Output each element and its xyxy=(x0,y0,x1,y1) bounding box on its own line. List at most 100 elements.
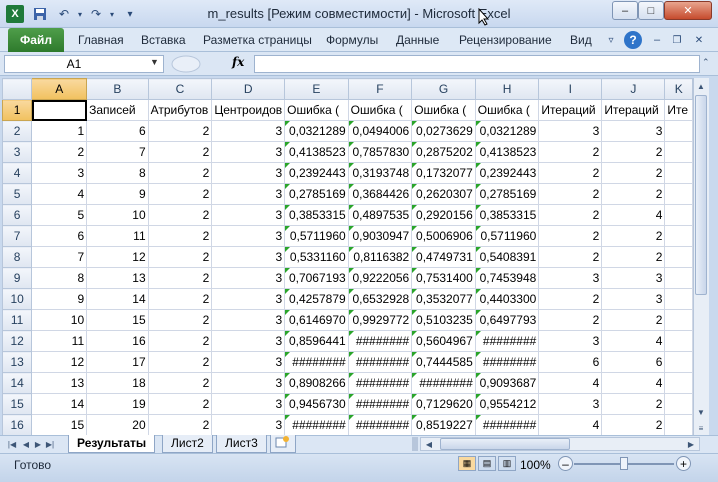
cell[interactable]: 7 xyxy=(31,246,88,268)
cell[interactable]: 3 xyxy=(211,183,286,205)
cell[interactable]: 3 xyxy=(211,120,286,142)
cell[interactable]: 4 xyxy=(31,183,88,205)
insert-function-icon[interactable]: fx xyxy=(232,55,244,69)
cell[interactable]: 0,7067193 xyxy=(284,267,349,289)
cell[interactable]: 11 xyxy=(86,225,149,247)
cell[interactable]: 3 xyxy=(211,204,286,226)
cell[interactable]: 4 xyxy=(601,330,666,352)
cell[interactable]: 15 xyxy=(31,414,88,435)
cell[interactable] xyxy=(664,204,693,226)
row-header[interactable]: 14 xyxy=(2,372,33,394)
cell[interactable]: Атрибутов xyxy=(147,99,213,121)
cell[interactable]: ######## xyxy=(284,414,349,435)
row-header[interactable]: 7 xyxy=(2,225,33,247)
cell[interactable]: Итераций xyxy=(538,99,603,121)
row-header[interactable]: 3 xyxy=(2,141,33,163)
cell[interactable]: 8 xyxy=(31,267,88,289)
cell[interactable]: 2 xyxy=(147,330,213,352)
column-header[interactable]: K xyxy=(664,78,693,100)
scroll-down-icon[interactable]: ▼ xyxy=(693,404,709,420)
cell[interactable]: 4 xyxy=(601,204,666,226)
cell[interactable]: 15 xyxy=(86,309,149,331)
workbook-minimize-icon[interactable]: – xyxy=(648,31,666,49)
cell[interactable]: 10 xyxy=(31,309,88,331)
cell[interactable]: 0,3853315 xyxy=(284,204,349,226)
cell[interactable]: Ите xyxy=(664,99,693,121)
cell[interactable] xyxy=(664,120,693,142)
cell[interactable]: 3 xyxy=(211,393,286,415)
cell[interactable]: 0,5408391 xyxy=(474,246,540,268)
cell[interactable]: 14 xyxy=(31,393,88,415)
cell[interactable] xyxy=(664,183,693,205)
cell[interactable]: 2 xyxy=(538,183,603,205)
minimize-button[interactable]: – xyxy=(612,1,638,20)
cell[interactable]: ######## xyxy=(411,372,476,394)
tab-review[interactable]: Рецензирование xyxy=(459,33,552,47)
cell[interactable]: 0,6497793 xyxy=(474,309,540,331)
cell[interactable]: 2 xyxy=(538,162,603,184)
cell[interactable]: 0,7531400 xyxy=(411,267,476,289)
next-sheet-icon[interactable]: ▶ xyxy=(32,437,44,451)
cell[interactable]: 3 xyxy=(538,330,603,352)
row-header[interactable]: 4 xyxy=(2,162,33,184)
row-header[interactable]: 9 xyxy=(2,267,33,289)
zoom-slider-thumb[interactable] xyxy=(620,457,628,470)
row-header[interactable]: 12 xyxy=(2,330,33,352)
tab-insert[interactable]: Вставка xyxy=(141,33,186,47)
cell[interactable]: 0,7129620 xyxy=(411,393,476,415)
cell[interactable]: 2 xyxy=(147,309,213,331)
column-header[interactable]: J xyxy=(601,78,666,100)
cell[interactable]: 0,5103235 xyxy=(411,309,476,331)
tab-view[interactable]: Вид xyxy=(570,33,592,47)
cell[interactable]: 3 xyxy=(211,246,286,268)
cell[interactable]: 0,9030947 xyxy=(347,225,413,247)
row-header[interactable]: 5 xyxy=(2,183,33,205)
first-sheet-icon[interactable]: |◀ xyxy=(6,437,18,451)
cell[interactable]: 0,2392443 xyxy=(284,162,349,184)
help-icon[interactable]: ? xyxy=(624,31,642,49)
horizontal-scroll-thumb[interactable] xyxy=(440,438,570,450)
cell[interactable]: 3 xyxy=(211,141,286,163)
workbook-close-icon[interactable]: ✕ xyxy=(690,31,708,49)
cell[interactable]: 2 xyxy=(147,120,213,142)
cell[interactable] xyxy=(664,267,693,289)
cell[interactable]: 2 xyxy=(538,225,603,247)
cell[interactable]: 0,3532077 xyxy=(411,288,476,310)
cell[interactable] xyxy=(664,393,693,415)
cell[interactable]: 6 xyxy=(601,351,666,373)
cell[interactable]: 0,2785169 xyxy=(284,183,349,205)
cell[interactable]: 0,7857830 xyxy=(347,141,413,163)
column-header[interactable]: B xyxy=(86,78,149,100)
cell[interactable]: ######## xyxy=(474,351,540,373)
cell[interactable]: 18 xyxy=(86,372,149,394)
cell[interactable]: 0,2785169 xyxy=(474,183,540,205)
cell[interactable]: 2 xyxy=(147,204,213,226)
cell[interactable]: ######## xyxy=(347,330,413,352)
cell[interactable] xyxy=(664,246,693,268)
cell[interactable]: 0,4897535 xyxy=(347,204,413,226)
cell[interactable]: 3 xyxy=(211,225,286,247)
cell[interactable]: 11 xyxy=(31,330,88,352)
cell[interactable]: ######## xyxy=(474,414,540,435)
cell[interactable]: 0,4138523 xyxy=(474,141,540,163)
cell[interactable]: 6 xyxy=(86,120,149,142)
normal-view-icon[interactable]: ▦ xyxy=(458,456,476,471)
cell[interactable]: 8 xyxy=(86,162,149,184)
cell[interactable]: ######## xyxy=(474,330,540,352)
cell[interactable]: 7 xyxy=(86,141,149,163)
scroll-up-icon[interactable]: ▲ xyxy=(693,78,709,94)
cell[interactable] xyxy=(664,414,693,435)
cell[interactable]: ######## xyxy=(347,351,413,373)
cell[interactable]: ######## xyxy=(347,393,413,415)
formula-input[interactable] xyxy=(254,55,700,73)
cell[interactable]: 2 xyxy=(147,183,213,205)
tab-data[interactable]: Данные xyxy=(396,33,439,47)
cell[interactable]: 2 xyxy=(601,414,666,435)
cell[interactable]: 1 xyxy=(31,120,88,142)
workbook-restore-icon[interactable]: ❐ xyxy=(668,31,686,49)
cell[interactable]: 2 xyxy=(538,204,603,226)
cell[interactable]: 2 xyxy=(601,246,666,268)
cell[interactable]: 0,5331160 xyxy=(284,246,349,268)
cell[interactable]: 0,9929772 xyxy=(347,309,413,331)
page-break-view-icon[interactable]: ▥ xyxy=(498,456,516,471)
